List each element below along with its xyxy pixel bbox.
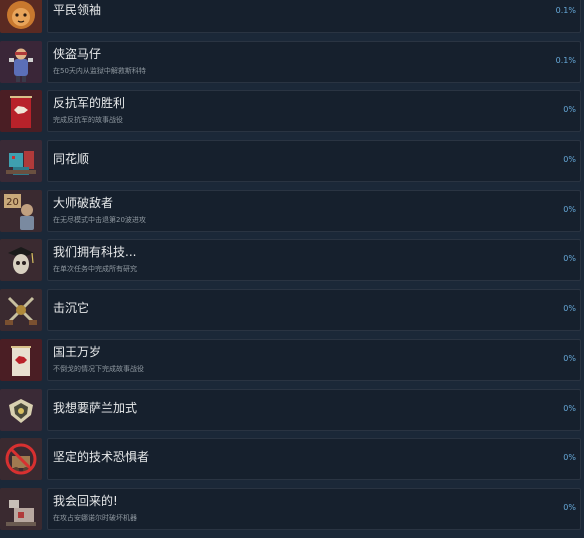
- achievement-row[interactable]: 国王万岁 不倒戈的情况下完成故事战役 0%: [0, 338, 584, 381]
- achievement-title: 国王万岁: [53, 344, 102, 359]
- achievement-row[interactable]: 我想要萨兰加式 0%: [0, 388, 584, 431]
- achievement-row[interactable]: 我们拥有科技... 在单次任务中完成所有研究 0%: [0, 239, 584, 282]
- achievement-percent: 0%: [563, 403, 576, 413]
- rebel-banner-icon: [0, 90, 42, 133]
- achievement-title: 击沉它: [53, 301, 90, 316]
- achievement-description: 不倒戈的情况下完成故事战役: [53, 364, 144, 373]
- achievement-panel: 侠盗马仔 在50天内从监狱中解救斯科特 0.1%: [47, 40, 581, 83]
- achievement-percent: 0%: [563, 254, 576, 264]
- achievement-title: 坚定的技术恐惧者: [53, 450, 150, 465]
- achievement-description: 完成反抗军的故事战役: [53, 116, 123, 125]
- achievement-percent: 0%: [563, 105, 576, 115]
- achievement-panel: 反抗军的胜利 完成反抗军的故事战役 0%: [47, 90, 581, 133]
- achievement-panel: 我们拥有科技... 在单次任务中完成所有研究 0%: [47, 239, 581, 282]
- achievement-row[interactable]: 反抗军的胜利 完成反抗军的故事战役 0%: [0, 90, 584, 133]
- achievement-percent: 0.1%: [555, 6, 576, 15]
- achievement-description: 在单次任务中完成所有研究: [53, 265, 137, 274]
- svg-text:20: 20: [6, 197, 19, 208]
- robot-knight-icon: [0, 140, 42, 183]
- achievement-title: 侠盗马仔: [53, 46, 102, 61]
- achievement-list: 平民领袖 0.1% 侠盗马仔 在50天内从监狱中解救斯科特 0.1% 反抗军的胜…: [0, 0, 584, 538]
- achievement-percent: 0%: [563, 453, 576, 463]
- wave-twenty-icon: 20: [0, 189, 42, 232]
- achievement-panel: 国王万岁 不倒戈的情况下完成故事战役 0%: [47, 338, 581, 381]
- achievement-percent: 0%: [563, 155, 576, 165]
- achievement-percent: 0%: [563, 502, 576, 512]
- achievement-row[interactable]: 侠盗马仔 在50天内从监狱中解救斯科特 0.1%: [0, 40, 584, 83]
- achievement-panel: 平民领袖 0.1%: [47, 0, 581, 33]
- achievement-title: 我想要萨兰加式: [53, 400, 138, 415]
- achievement-title: 大师破敌者: [53, 195, 114, 210]
- achievement-panel: 坚定的技术恐惧者 0%: [47, 438, 581, 481]
- achievement-panel: 我想要萨兰加式 0%: [47, 388, 581, 431]
- achievement-row[interactable]: 平民领袖 0.1%: [0, 0, 584, 33]
- bandit-icon: [0, 40, 42, 83]
- achievement-panel: 同花顺 0%: [47, 140, 581, 183]
- achievement-row[interactable]: 我会回来的! 在攻占安娜诺尔时破坏机器 0%: [0, 487, 584, 530]
- broken-machine-icon: [0, 487, 42, 530]
- achievement-panel: 大师破敌者 在无尽模式中击退第20波进攻 0%: [47, 189, 581, 232]
- achievement-row[interactable]: 击沉它 0%: [0, 289, 584, 332]
- achievement-percent: 0.1%: [555, 55, 576, 65]
- achievement-percent: 0%: [563, 353, 576, 363]
- achievement-title: 平民领袖: [53, 3, 102, 17]
- achievement-description: 在50天内从监狱中解救斯科特: [53, 66, 146, 75]
- achievement-row[interactable]: 20 大师破敌者 在无尽模式中击退第20波进攻 0%: [0, 189, 584, 232]
- achievement-description: 在攻占安娜诺尔时破坏机器: [53, 513, 137, 522]
- lion-mask-icon: [0, 0, 42, 33]
- achievement-percent: 0%: [563, 204, 576, 214]
- winged-crest-icon: [0, 388, 42, 431]
- king-banner-icon: [0, 338, 42, 381]
- achievement-panel: 我会回来的! 在攻占安娜诺尔时破坏机器 0%: [47, 487, 581, 530]
- achievement-description: 在无尽模式中击退第20波进攻: [53, 215, 146, 224]
- achievement-title: 我会回来的!: [53, 493, 118, 508]
- achievement-percent: 0%: [563, 304, 576, 314]
- no-machines-icon: [0, 438, 42, 481]
- achievement-panel: 击沉它 0%: [47, 289, 581, 332]
- achievement-title: 同花顺: [53, 152, 90, 167]
- achievement-title: 反抗军的胜利: [53, 96, 126, 111]
- scholar-skull-icon: [0, 239, 42, 282]
- crossed-swords-icon: [0, 289, 42, 332]
- achievement-title: 我们拥有科技...: [53, 245, 137, 260]
- achievement-row[interactable]: 坚定的技术恐惧者 0%: [0, 438, 584, 481]
- achievement-row[interactable]: 同花顺 0%: [0, 140, 584, 183]
